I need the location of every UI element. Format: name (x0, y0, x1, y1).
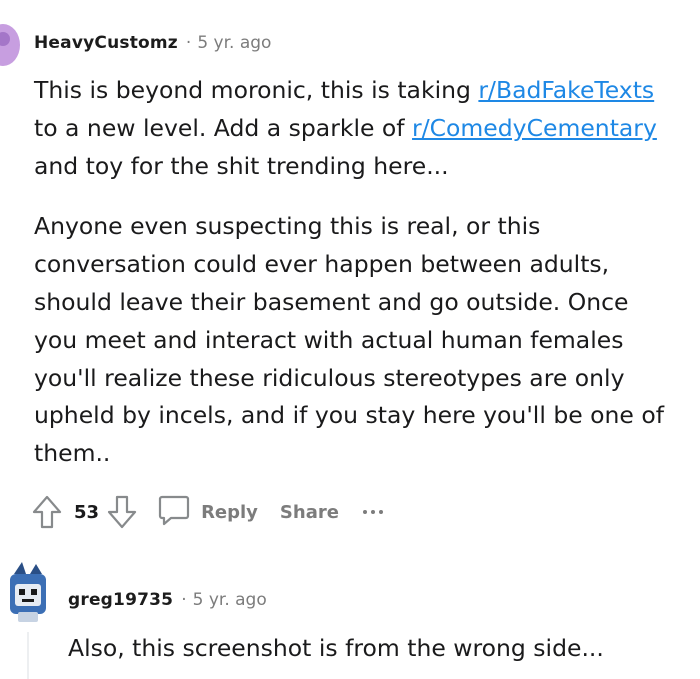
comment-bubble-icon (157, 492, 191, 532)
comment-paragraph-2: Anyone even suspecting this is real, or … (34, 212, 665, 468)
separator-dot: · (181, 590, 187, 610)
vote-score: 53 (74, 501, 100, 523)
comment-paragraph-1: This is beyond moronic, this is taking r… (34, 76, 657, 180)
reply-label: Reply (201, 501, 258, 523)
downvote-icon[interactable] (105, 492, 139, 532)
comment-age[interactable]: 5 yr. ago (193, 590, 267, 610)
comment-actions: 53 Reply Share (30, 490, 383, 534)
avatar-heavycustomz[interactable] (0, 24, 20, 66)
username[interactable]: HeavyCustomz (34, 33, 178, 53)
share-button[interactable]: Share (280, 502, 339, 523)
upvote-icon[interactable] (30, 492, 64, 532)
reply-comment-header: greg19735 · 5 yr. ago (68, 588, 267, 612)
avatar-greg19735[interactable] (4, 560, 52, 624)
subreddit-link-comedycementary[interactable]: r/ComedyCementary (412, 114, 657, 142)
more-options-icon[interactable] (362, 510, 383, 514)
thread-collapse-line[interactable] (27, 632, 29, 679)
reply-comment-body: Also, this screenshot is from the wrong … (68, 634, 604, 662)
separator-dot: · (185, 33, 192, 53)
subreddit-link-badfaketexts[interactable]: r/BadFakeTexts (478, 76, 654, 104)
comment-header: HeavyCustomz · 5 yr. ago (34, 31, 271, 55)
reply-button[interactable]: Reply (157, 492, 258, 532)
comment-age[interactable]: 5 yr. ago (197, 33, 271, 53)
username[interactable]: greg19735 (68, 590, 173, 610)
comment-body: This is beyond moronic, this is taking r… (34, 72, 664, 473)
